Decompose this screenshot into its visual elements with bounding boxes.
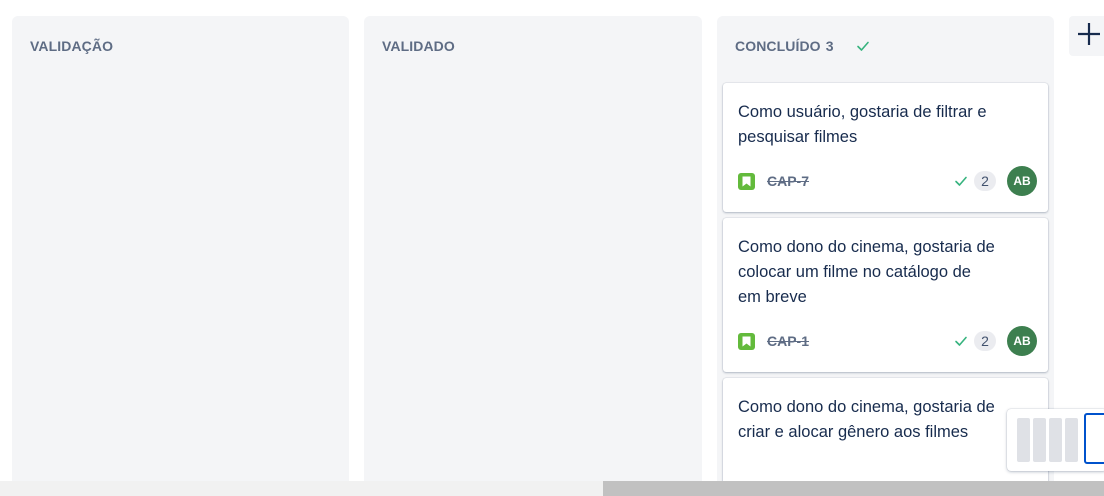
issue-key[interactable]: CAP-1 [767,333,809,349]
issue-card[interactable]: Como usuário, gostaria de filtrar e pesq… [723,83,1048,212]
column-title: CONCLUÍDO [735,38,821,54]
column-title: VALIDADO [382,38,455,54]
column-validado: VALIDADO [364,16,702,496]
column-validacao: VALIDAÇÃO [12,16,349,496]
card-footer: CAP-7 2 AB [738,166,1037,196]
issue-summary: Como dono do cinema, gostaria de criar e… [738,398,995,441]
minimap-column [1065,418,1078,462]
issue-card[interactable]: Como dono do cinema, gostaria de colocar… [723,218,1048,372]
add-column-button[interactable] [1069,16,1104,56]
minimap-viewport-handle[interactable] [1084,413,1104,464]
story-points-badge: 2 [974,331,996,351]
column-concluido: CONCLUÍDO 3 Como usuário, gostaria de fi… [717,16,1054,496]
issue-key[interactable]: CAP-7 [767,173,809,189]
scrollbar-thumb[interactable] [603,481,1104,496]
story-icon [738,332,755,350]
minimap-column [1017,418,1030,462]
minimap-column [1033,418,1046,462]
issue-summary: Como usuário, gostaria de filtrar e pesq… [738,103,987,146]
check-icon [954,334,968,348]
card-footer: CAP-1 2 AB [738,326,1037,356]
assignee-avatar[interactable]: AB [1007,166,1037,196]
check-icon [856,39,870,53]
issue-card[interactable]: Como dono do cinema, gostaria de criar e… [723,378,1048,496]
column-header: VALIDAÇÃO [30,38,113,54]
column-header: CONCLUÍDO 3 [735,38,870,54]
assignee-avatar[interactable]: AB [1007,326,1037,356]
column-issue-count: 3 [825,38,834,54]
issue-summary: Como dono do cinema, gostaria de colocar… [738,238,995,306]
minimap-column [1049,418,1062,462]
column-title: VALIDAÇÃO [30,38,114,54]
column-header: VALIDADO [382,38,455,54]
plus-icon [1077,22,1101,50]
story-points-badge: 2 [974,171,996,191]
check-icon [954,174,968,188]
story-icon [738,172,755,190]
board-minimap[interactable] [1007,409,1104,471]
